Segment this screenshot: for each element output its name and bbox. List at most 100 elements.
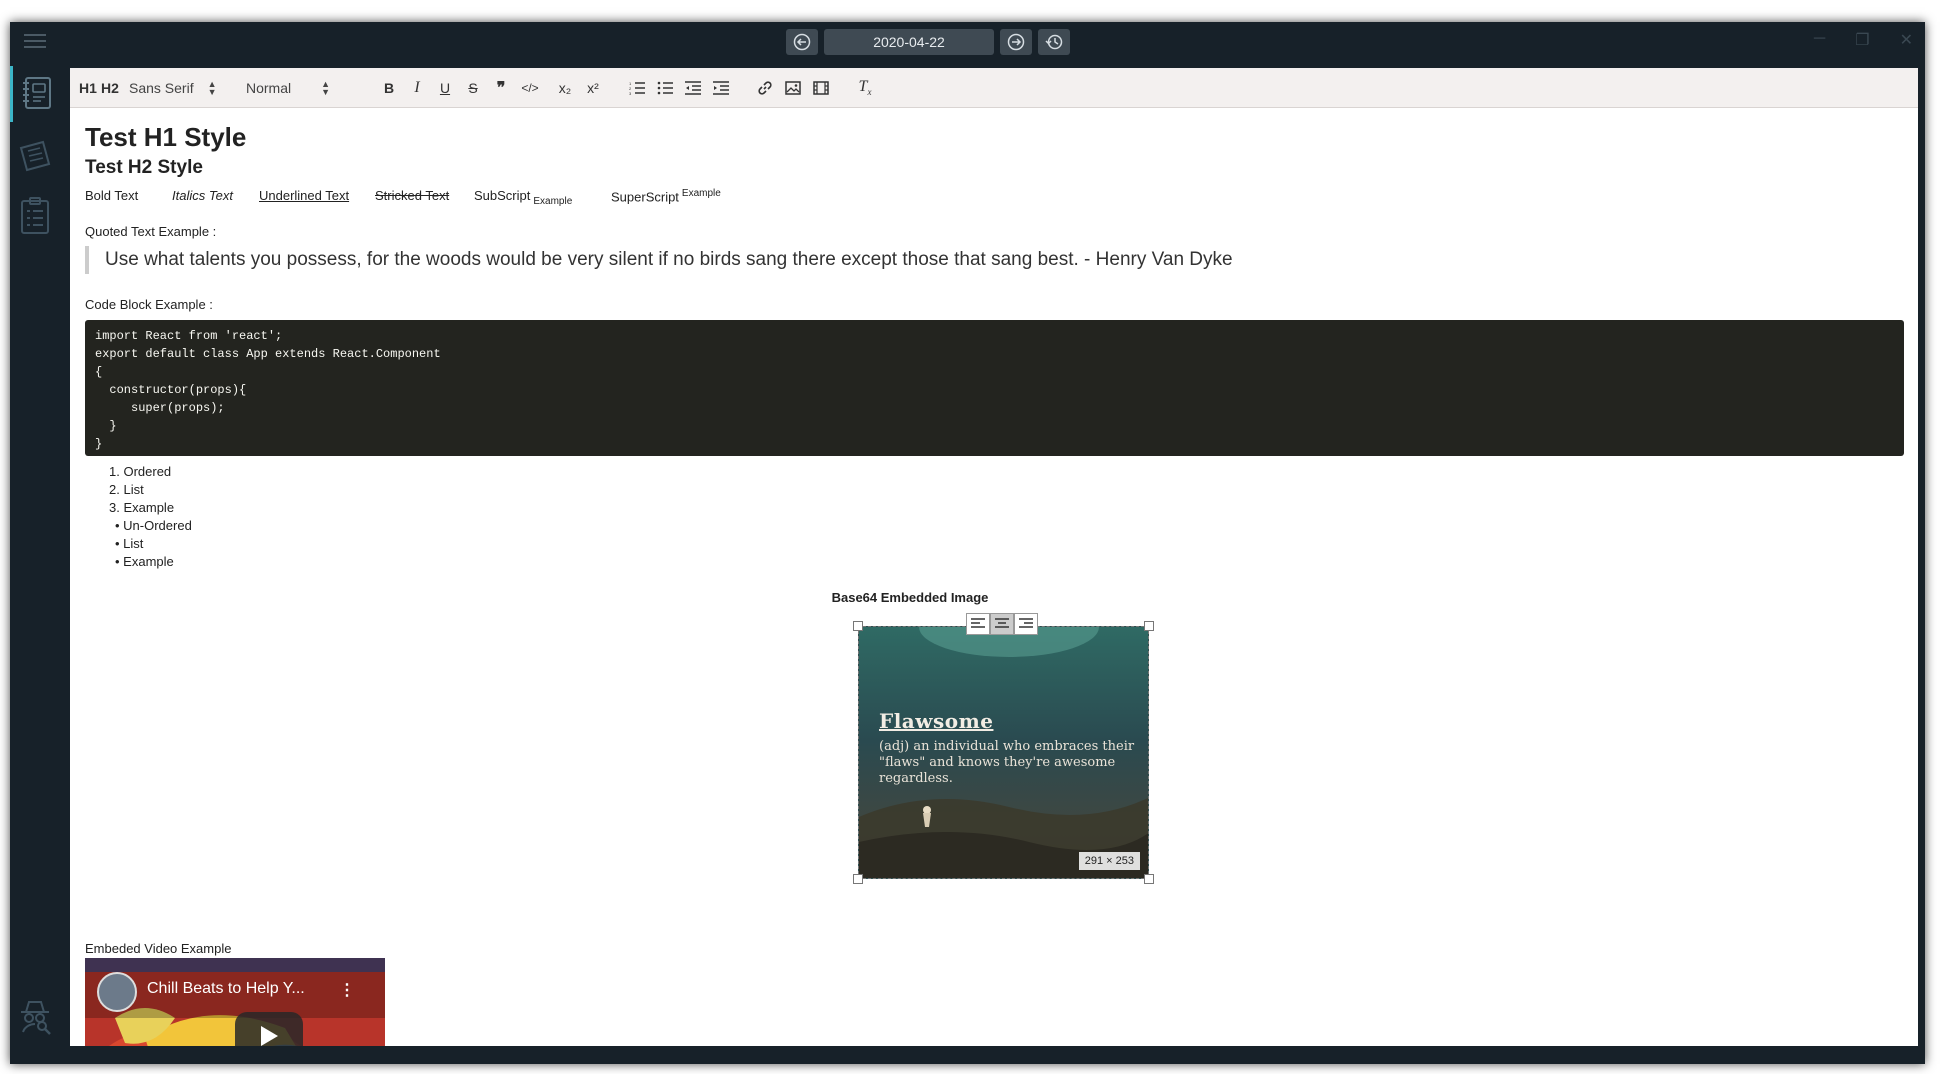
embedded-video[interactable]: Chill Beats to Help Y... ⋮	[85, 958, 385, 1046]
align-left-icon	[971, 618, 985, 628]
list-item: • Un-Ordered	[115, 518, 192, 533]
sidebar-item-journal[interactable]	[10, 128, 60, 184]
sidebar-item-tasks[interactable]	[10, 188, 60, 244]
date-display[interactable]: 2020-04-22	[824, 29, 994, 55]
code-block-button[interactable]: </>	[518, 68, 542, 108]
video-title[interactable]: Chill Beats to Help Y...	[147, 980, 305, 998]
align-center-icon	[995, 618, 1009, 628]
align-left-button[interactable]	[966, 613, 990, 635]
quote-label: Quoted Text Example :	[85, 224, 217, 239]
ordered-list-icon: 123	[629, 81, 645, 95]
code-label: Code Block Example :	[85, 297, 213, 312]
bullet-list-icon	[657, 81, 673, 95]
subscript-text: SubScript Example	[474, 188, 573, 207]
play-button[interactable]	[235, 1012, 303, 1046]
align-right-button[interactable]	[1014, 613, 1038, 635]
indent-icon	[713, 81, 729, 95]
video-icon	[813, 81, 829, 95]
restore-icon[interactable]: ❐	[1855, 30, 1869, 50]
app-window: 2020-04-22 ─ ❐ ✕ H1 H2 Sans Serif ▲ ▼ No…	[10, 22, 1925, 1064]
italic-button[interactable]: I	[406, 68, 428, 108]
align-right-icon	[1019, 618, 1033, 628]
sidebar-item-notes[interactable]	[10, 66, 60, 122]
struck-text: Stricked Text	[375, 188, 450, 203]
resize-handle[interactable]	[853, 874, 863, 884]
editor: H1 H2 Sans Serif ▲ ▼ Normal ▲ ▼ B I U S ❞ </…	[70, 68, 1918, 1046]
underlined-text: Underlined Text	[259, 188, 350, 203]
list-item: 3. Example	[109, 500, 175, 515]
image-align-toolbar	[966, 613, 1038, 635]
clear-format-icon: Tx	[858, 78, 872, 98]
list-item: 2. List	[109, 482, 144, 497]
unordered-list: • Un-Ordered • List • Example	[115, 517, 192, 571]
more-options-icon[interactable]: ⋮	[339, 980, 355, 1000]
status-bar	[10, 1046, 1925, 1064]
blockquote-button[interactable]: ❞	[490, 68, 512, 108]
channel-avatar[interactable]	[97, 972, 137, 1012]
title-bar: 2020-04-22 ─ ❐ ✕	[10, 22, 1925, 58]
align-center-button[interactable]	[990, 613, 1014, 635]
previous-date-button[interactable]	[786, 29, 818, 55]
outdent-button[interactable]	[682, 68, 704, 108]
image-size-badge: 291 × 253	[1078, 852, 1140, 870]
history-icon	[1045, 34, 1063, 50]
image-caption: Base64 Embedded Image	[831, 590, 989, 605]
quote-icon: ❞	[496, 80, 506, 97]
sidebar	[10, 58, 60, 1064]
editor-toolbar: H1 H2 Sans Serif ▲ ▼ Normal ▲ ▼ B I U S ❞ </…	[70, 68, 1918, 108]
next-date-button[interactable]	[1000, 29, 1032, 55]
arrow-left-icon	[793, 33, 811, 51]
heading-1: Test H1 Style	[85, 122, 247, 152]
arrow-right-icon	[1007, 33, 1025, 51]
select-arrows-icon: ▲ ▼	[207, 79, 217, 97]
sidebar-item-search[interactable]	[10, 988, 60, 1044]
resize-handle[interactable]	[1144, 874, 1154, 884]
font-size-select[interactable]: Normal ▲ ▼	[246, 68, 340, 108]
font-family-select[interactable]: Sans Serif ▲ ▼	[129, 68, 223, 108]
indent-button[interactable]	[710, 68, 732, 108]
ordered-list: 1. Ordered 2. List 3. Example	[109, 463, 174, 517]
list-item: 1. Ordered	[109, 464, 172, 479]
list-item: • Example	[115, 554, 174, 569]
checklist-icon	[21, 197, 49, 234]
heading-2: Test H2 Style	[85, 157, 203, 178]
editor-content[interactable]: Test H1 Style Test H2 Style Bold Text It…	[85, 108, 1918, 1046]
close-icon[interactable]: ✕	[1900, 30, 1913, 50]
svg-text:3: 3	[629, 91, 632, 95]
select-arrows-icon: ▲ ▼	[321, 79, 331, 97]
window-controls: ─ ❐ ✕	[1814, 30, 1913, 50]
journal-icon	[19, 140, 51, 172]
notebook-icon	[22, 77, 51, 109]
minimize-icon[interactable]: ─	[1814, 30, 1825, 50]
heading2-button[interactable]: H2	[98, 68, 122, 108]
code-block: import React from 'react'; export defaul…	[85, 320, 1904, 456]
embedded-image[interactable]: Flawsome (adj) an individual who embrace…	[858, 626, 1149, 879]
bold-button[interactable]: B	[378, 68, 400, 108]
history-button[interactable]	[1038, 29, 1070, 55]
superscript-text: SuperScript Example	[611, 188, 721, 205]
image-title: Flawsome	[879, 709, 994, 733]
detective-search-icon	[21, 1001, 51, 1035]
clear-format-button[interactable]: Tx	[854, 68, 876, 108]
resize-handle[interactable]	[853, 621, 863, 631]
underline-button[interactable]: U	[434, 68, 456, 108]
video-label: Embeded Video Example	[85, 941, 232, 956]
list-item: • List	[115, 536, 144, 551]
resize-handle[interactable]	[1144, 621, 1154, 631]
ordered-list-button[interactable]: 123	[626, 68, 648, 108]
date-navigation: 2020-04-22	[786, 29, 1070, 55]
menu-icon[interactable]	[24, 34, 46, 48]
bullet-list-button[interactable]	[654, 68, 676, 108]
heading1-button[interactable]: H1	[76, 68, 100, 108]
superscript-button[interactable]: x²	[582, 68, 604, 108]
outdent-icon	[685, 81, 701, 95]
italic-text: Italics Text	[172, 188, 233, 203]
subscript-button[interactable]: x₂	[554, 68, 576, 108]
strikethrough-button[interactable]: S	[462, 68, 484, 108]
video-button[interactable]	[810, 68, 832, 108]
link-button[interactable]	[754, 68, 776, 108]
play-icon	[261, 1026, 278, 1046]
image-button[interactable]	[782, 68, 804, 108]
bold-text: Bold Text	[85, 188, 139, 203]
image-icon	[785, 81, 801, 95]
